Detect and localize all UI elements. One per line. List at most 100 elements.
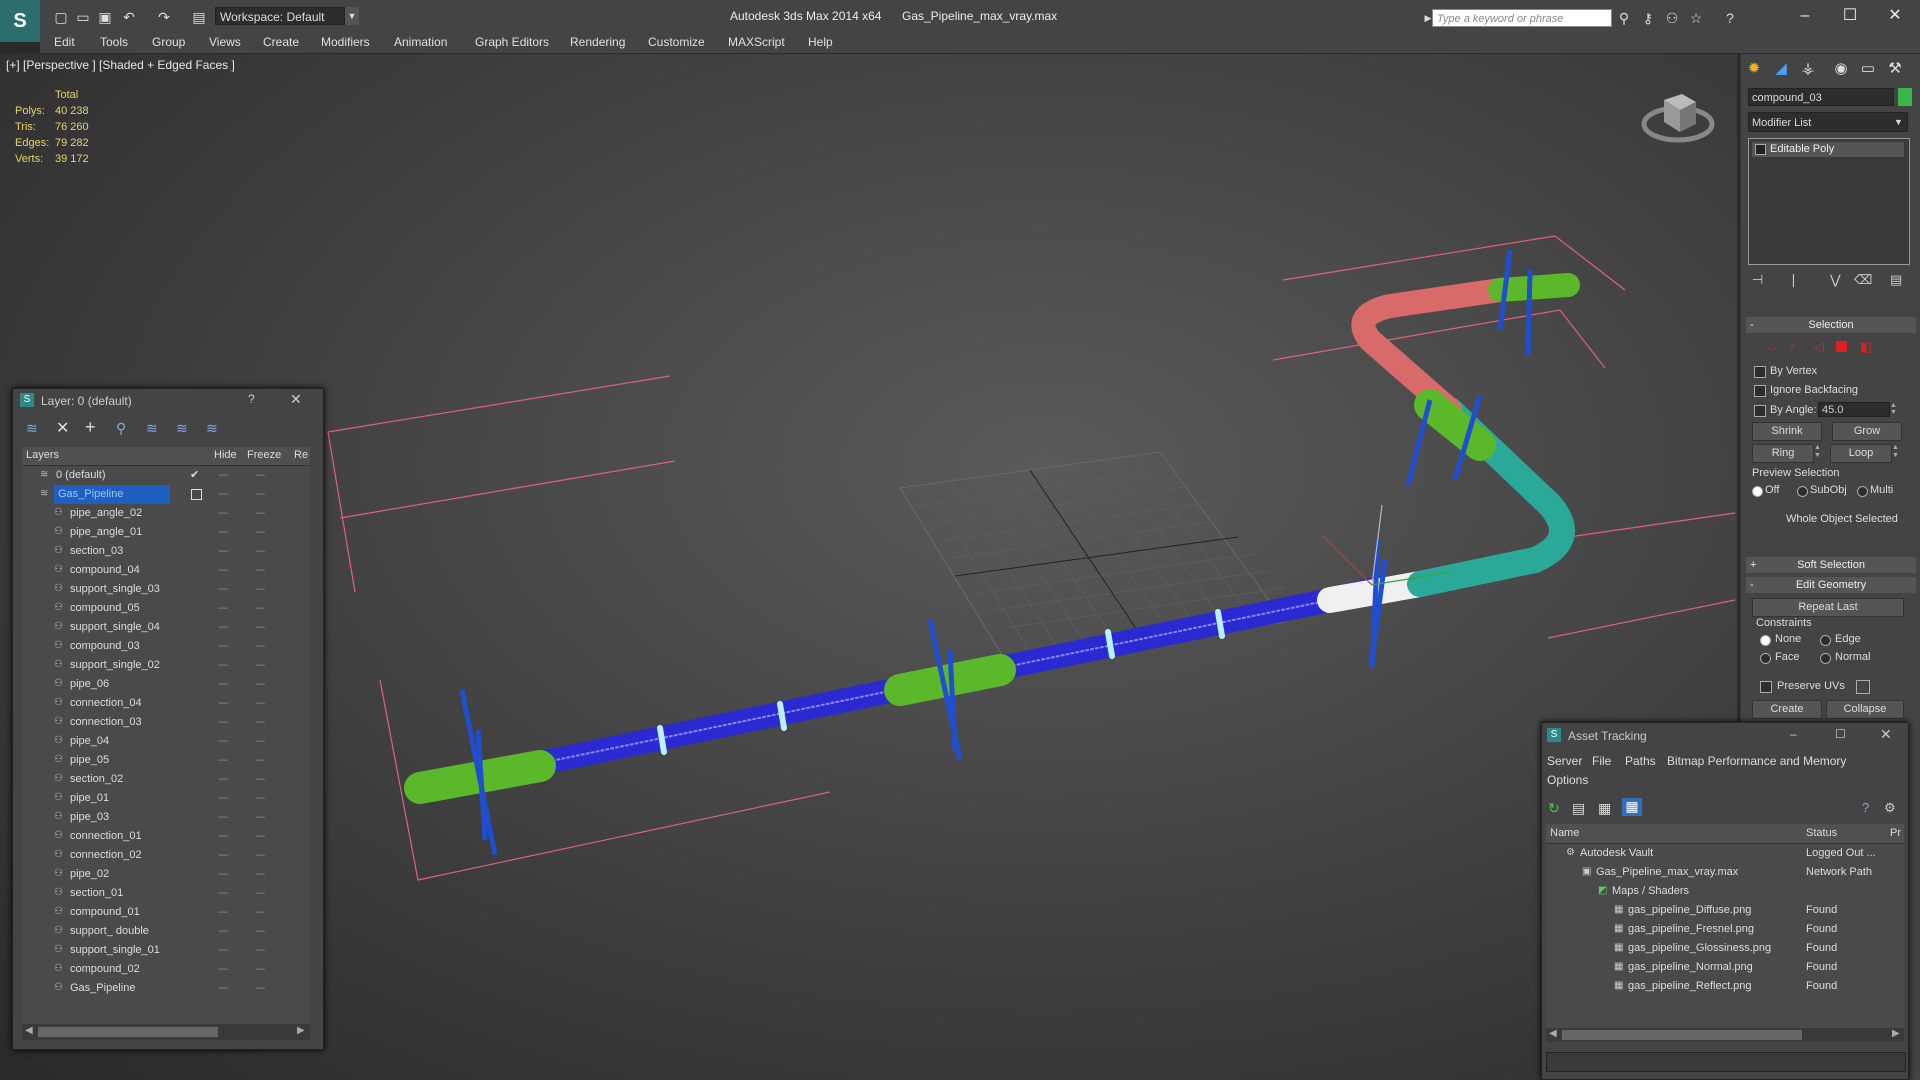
show-end-result-icon[interactable]: ❘ <box>1788 272 1799 288</box>
freeze-toggle[interactable]: ---- <box>255 808 265 827</box>
app-logo-icon[interactable]: S <box>0 0 40 42</box>
layer-row[interactable]: ⚇ pipe_04 ---- ---- <box>22 732 310 751</box>
layer-row[interactable]: ⚇ connection_04 ---- ---- <box>22 694 310 713</box>
hide-toggle[interactable]: ---- <box>218 599 228 618</box>
constraint-none-radio[interactable] <box>1760 635 1771 646</box>
asset-menu-file[interactable]: File <box>1592 754 1611 768</box>
grow-button[interactable]: Grow <box>1832 422 1902 441</box>
edit-geometry-rollout-header[interactable]: - Edit Geometry <box>1746 577 1916 593</box>
freeze-toggle[interactable]: ---- <box>255 732 265 751</box>
layer-row[interactable]: ⚇ pipe_angle_02 ---- ---- <box>22 504 310 523</box>
menu-help[interactable]: Help <box>808 35 833 49</box>
layer-row[interactable]: ⚇ pipe_angle_01 ---- ---- <box>22 523 310 542</box>
preview-multi-radio[interactable] <box>1857 486 1868 497</box>
constraint-normal-radio[interactable] <box>1820 653 1831 664</box>
preserve-uvs-checkbox[interactable] <box>1760 681 1772 693</box>
asset-pr-column-header[interactable]: Pr <box>1890 827 1901 839</box>
hide-column-header[interactable]: Hide <box>214 449 237 461</box>
freeze-toggle[interactable]: ---- <box>255 941 265 960</box>
new-file-icon[interactable]: ▢ <box>52 8 70 26</box>
asset-close-button[interactable]: ✕ <box>1880 726 1892 743</box>
selection-rollout-header[interactable]: - Selection <box>1746 317 1916 333</box>
freeze-toggle[interactable]: ---- <box>255 770 265 789</box>
hide-toggle[interactable]: ---- <box>218 922 228 941</box>
redo-icon[interactable]: ↷ <box>155 8 173 26</box>
utilities-tab-icon[interactable]: ⚒ <box>1884 58 1906 80</box>
layer-row[interactable]: ⚇ connection_03 ---- ---- <box>22 713 310 732</box>
asset-status-column-header[interactable]: Status <box>1806 827 1837 839</box>
preview-off-radio[interactable] <box>1752 486 1763 497</box>
viewport-label[interactable]: [+] [Perspective ] [Shaded + Edged Faces… <box>6 58 235 72</box>
layer-row[interactable]: ⚇ section_01 ---- ---- <box>22 884 310 903</box>
menu-views[interactable]: Views <box>209 35 241 49</box>
freeze-toggle[interactable]: ---- <box>255 523 265 542</box>
freeze-toggle[interactable]: ---- <box>255 485 265 504</box>
asset-row[interactable]: ⚙ Autodesk Vault Logged Out ... <box>1546 844 1904 863</box>
asset-menu-options[interactable]: Options <box>1547 773 1588 787</box>
asset-scroll-left-icon[interactable]: ◀ <box>1549 1028 1557 1039</box>
asset-scroll-right-icon[interactable]: ▶ <box>1892 1028 1900 1039</box>
freeze-toggle[interactable]: ---- <box>255 960 265 979</box>
create-button[interactable]: Create <box>1752 700 1822 719</box>
object-color-swatch[interactable] <box>1898 88 1912 106</box>
freeze-column-header[interactable]: Freeze <box>247 449 281 461</box>
asset-row[interactable]: ▦ gas_pipeline_Reflect.png Found <box>1546 977 1904 996</box>
hide-toggle[interactable]: ---- <box>218 694 228 713</box>
menu-rendering[interactable]: Rendering <box>570 35 625 49</box>
make-unique-icon[interactable]: ⋁ <box>1830 272 1841 288</box>
layer-row[interactable]: ≋ Gas_Pipeline ---- ---- <box>22 485 310 504</box>
layer-row[interactable]: ⚇ pipe_01 ---- ---- <box>22 789 310 808</box>
layer-row[interactable]: ⚇ section_03 ---- ---- <box>22 542 310 561</box>
hide-toggle[interactable]: ---- <box>218 884 228 903</box>
asset-settings-icon[interactable]: ⚙ <box>1884 800 1896 816</box>
freeze-toggle[interactable]: ---- <box>255 656 265 675</box>
favorites-star-icon[interactable]: ☆ <box>1686 9 1706 27</box>
menu-tools[interactable]: Tools <box>100 35 128 49</box>
asset-row[interactable]: ▦ gas_pipeline_Fresnel.png Found <box>1546 920 1904 939</box>
asset-row[interactable]: ▦ gas_pipeline_Normal.png Found <box>1546 958 1904 977</box>
hide-toggle[interactable]: ---- <box>218 903 228 922</box>
border-level-icon[interactable]: ◁ <box>1814 339 1824 355</box>
layer-row[interactable]: ≋ 0 (default) ✔ ---- ---- <box>22 466 310 485</box>
hide-toggle[interactable]: ---- <box>218 979 228 998</box>
minimize-button[interactable]: – <box>1790 5 1820 27</box>
hide-toggle[interactable]: ---- <box>218 466 228 485</box>
asset-menu-server[interactable]: Server <box>1547 754 1582 768</box>
table-view-icon[interactable]: ▦ <box>1622 798 1642 816</box>
hide-toggle[interactable]: ---- <box>218 542 228 561</box>
motion-tab-icon[interactable]: ◉ <box>1830 58 1852 80</box>
layer-row[interactable]: ⚇ support_single_04 ---- ---- <box>22 618 310 637</box>
freeze-toggle[interactable]: ---- <box>255 713 265 732</box>
asset-scroll-thumb[interactable] <box>1562 1030 1802 1040</box>
modifier-stack[interactable] <box>1748 138 1910 265</box>
layer-horizontal-scrollbar[interactable]: ◀ ▶ <box>22 1024 310 1040</box>
create-tab-icon[interactable]: ✹ <box>1743 58 1765 80</box>
help-icon[interactable]: ? <box>1720 9 1740 27</box>
freeze-toggle[interactable]: ---- <box>255 846 265 865</box>
workspace-dropdown[interactable]: Workspace: Default <box>215 7 345 25</box>
asset-horizontal-scrollbar[interactable]: ◀ ▶ <box>1546 1028 1904 1042</box>
preview-subobj-radio[interactable] <box>1797 486 1808 497</box>
menu-group[interactable]: Group <box>152 35 185 49</box>
set-current-layer-box[interactable] <box>191 489 202 500</box>
menu-maxscript[interactable]: MAXScript <box>728 35 785 49</box>
hide-toggle[interactable]: ---- <box>218 656 228 675</box>
angle-spinner-arrows-icon[interactable]: ▲ ▼ <box>1890 402 1900 417</box>
menu-graph-editors[interactable]: Graph Editors <box>475 35 549 49</box>
layers-column-header[interactable]: Layers <box>26 449 59 461</box>
freeze-toggle[interactable]: ---- <box>255 903 265 922</box>
by-vertex-checkbox[interactable] <box>1754 366 1766 378</box>
render-column-header[interactable]: Re <box>294 449 308 461</box>
menu-edit[interactable]: Edit <box>54 35 75 49</box>
freeze-toggle[interactable]: ---- <box>255 580 265 599</box>
layer-row[interactable]: ⚇ pipe_05 ---- ---- <box>22 751 310 770</box>
layer-row[interactable]: ⚇ compound_04 ---- ---- <box>22 561 310 580</box>
configure-modifier-sets-icon[interactable]: ▤ <box>1890 272 1902 288</box>
list-view-icon[interactable]: ▤ <box>1572 800 1585 817</box>
freeze-toggle[interactable]: ---- <box>255 504 265 523</box>
tree-view-icon[interactable]: ▦ <box>1598 800 1611 817</box>
hide-toggle[interactable]: ---- <box>218 865 228 884</box>
layer-row[interactable]: ⚇ pipe_03 ---- ---- <box>22 808 310 827</box>
freeze-toggle[interactable]: ---- <box>255 618 265 637</box>
hide-toggle[interactable]: ---- <box>218 561 228 580</box>
